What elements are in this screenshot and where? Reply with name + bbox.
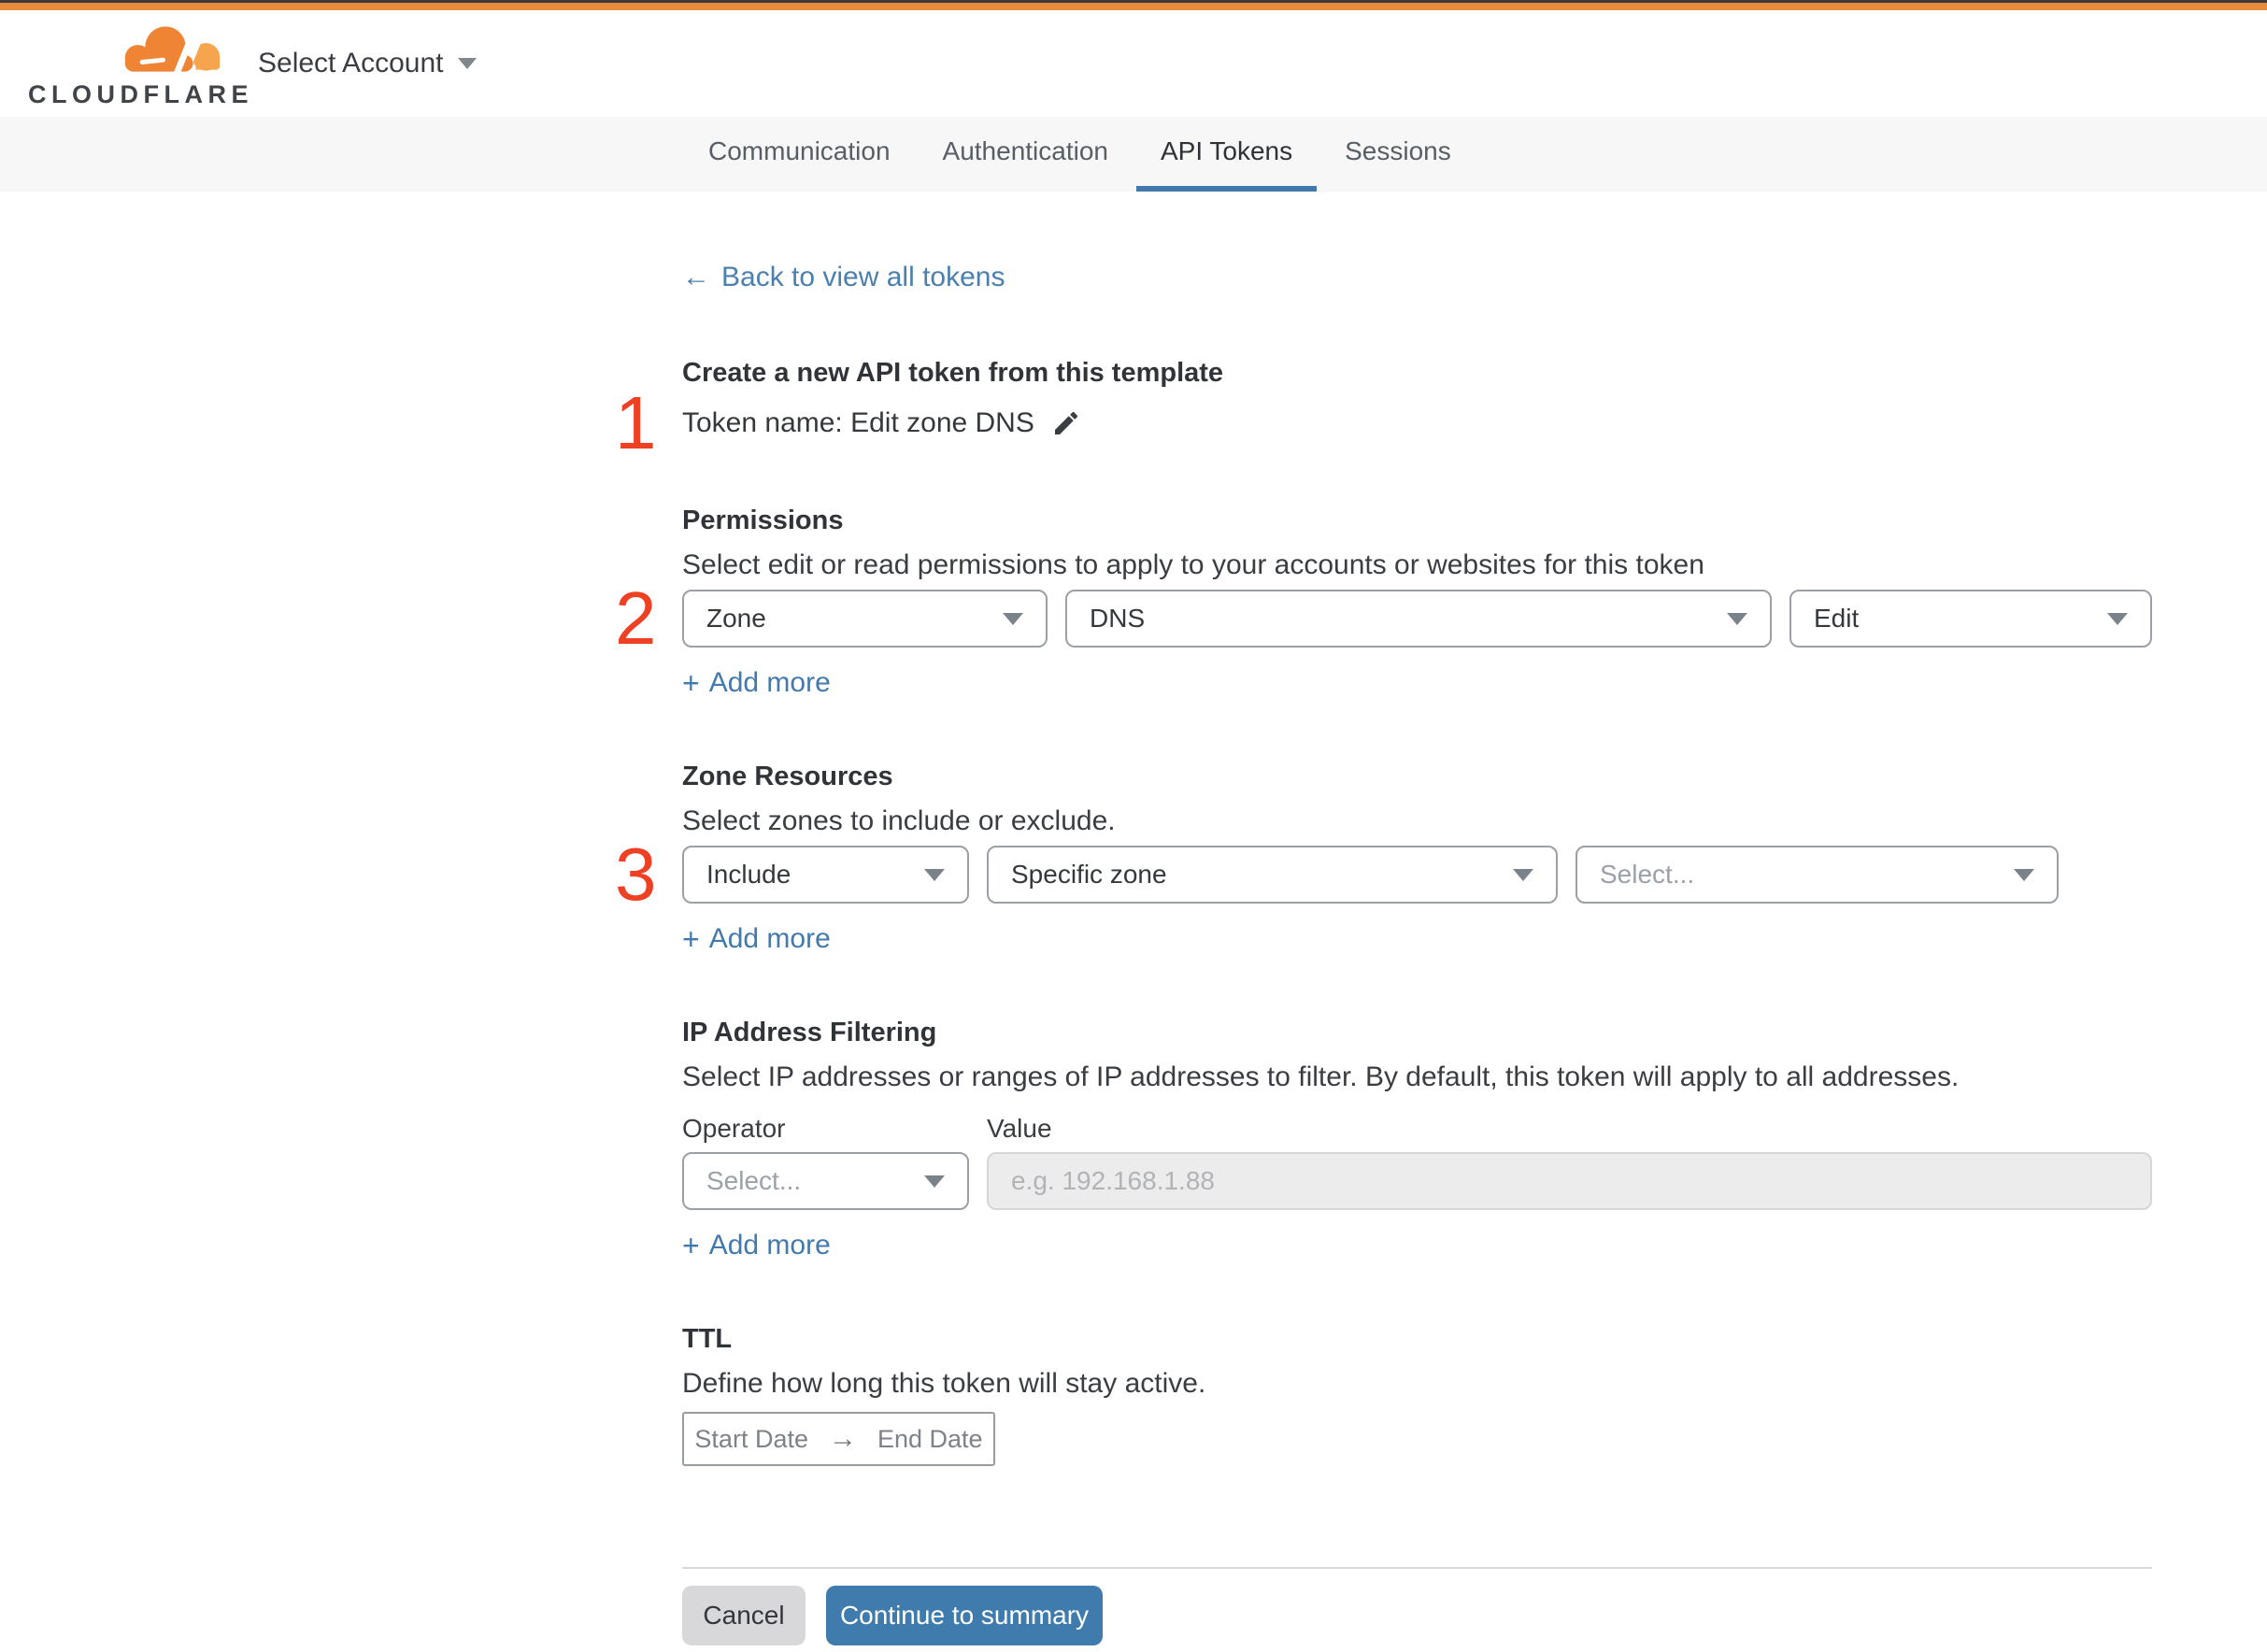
zone-name-select[interactable]: Select... [1575, 846, 2059, 904]
chevron-down-icon [1727, 612, 1747, 625]
ip-filtering-title: IP Address Filtering [682, 1018, 937, 1047]
start-date-label: Start Date [694, 1424, 808, 1453]
zone-resources-add-more-link[interactable]: + Add more [682, 922, 831, 956]
permission-access-select[interactable]: Edit [1789, 590, 2152, 648]
back-arrow-icon: ← [682, 262, 710, 292]
page-title: Create a new API token from this templat… [682, 358, 1224, 388]
back-to-tokens-link[interactable]: ← Back to view all tokens [682, 261, 1005, 294]
plus-icon: + [682, 922, 700, 956]
permissions-title: Permissions [682, 506, 844, 535]
chevron-down-icon [924, 1175, 945, 1188]
plus-icon: + [682, 666, 700, 700]
account-selector[interactable]: Select Account [258, 10, 478, 117]
step-annotation-3: 3 [615, 833, 657, 916]
tab-authentication[interactable]: Authentication [919, 117, 1133, 192]
back-link-label: Back to view all tokens [721, 262, 1005, 292]
zone-operator-select[interactable]: Include [682, 846, 969, 904]
chevron-down-icon [924, 868, 945, 881]
app-header: CLOUDFLARE Select Account [0, 10, 2267, 117]
arrow-right-icon: → [828, 1423, 857, 1454]
value-label: Value [987, 1114, 1052, 1143]
step-annotation-1: 1 [615, 381, 657, 464]
continue-to-summary-button[interactable]: Continue to summary [826, 1586, 1103, 1645]
token-name-line: 1 Token name: Edit zone DNS [615, 386, 2152, 461]
permission-scope-select[interactable]: Zone [682, 590, 1048, 648]
main-content: ← Back to view all tokens Create a new A… [0, 192, 2152, 1645]
zone-type-select[interactable]: Specific zone [987, 846, 1558, 904]
zone-resources-row: 3 Include Specific zone Select... [615, 837, 2152, 912]
ip-filtering-labels: Operator Value [682, 1113, 2152, 1145]
chevron-down-icon [2107, 612, 2128, 625]
ip-filtering-row: Select... [682, 1152, 2152, 1210]
cloudflare-cloud-icon [124, 26, 221, 79]
zone-resources-description: Select zones to include or exclude. [682, 805, 1116, 836]
tab-api-tokens[interactable]: API Tokens [1136, 117, 1318, 192]
ttl-description: Define how long this token will stay act… [682, 1368, 1206, 1399]
ip-operator-select[interactable]: Select... [682, 1152, 969, 1210]
profile-tabbar: Communication Authentication API Tokens … [0, 117, 2267, 192]
brand-top-bar [0, 3, 2267, 10]
permission-resource-select[interactable]: DNS [1065, 590, 1772, 648]
permissions-description: Select edit or read permissions to apply… [682, 549, 1704, 580]
ip-value-input[interactable] [987, 1152, 2152, 1210]
permissions-row: 2 Zone DNS Edit [615, 581, 2152, 656]
cancel-button[interactable]: Cancel [682, 1586, 806, 1645]
account-selector-label: Select Account [258, 48, 444, 78]
ttl-title: TTL [682, 1324, 733, 1354]
footer-divider [682, 1567, 2152, 1569]
zone-resources-title: Zone Resources [682, 762, 893, 791]
brand-wordmark: CLOUDFLARE [28, 80, 253, 108]
step-annotation-2: 2 [615, 577, 657, 660]
chevron-down-icon [2014, 868, 2034, 881]
plus-icon: + [682, 1229, 700, 1262]
ip-filtering-description: Select IP addresses or ranges of IP addr… [682, 1061, 1960, 1092]
ip-filtering-add-more-link[interactable]: + Add more [682, 1229, 831, 1262]
cloudflare-logo[interactable]: CLOUDFLARE [28, 21, 253, 109]
chevron-down-icon [458, 58, 478, 69]
tab-sessions[interactable]: Sessions [1320, 117, 1476, 192]
ttl-date-range-picker[interactable]: Start Date → End Date [682, 1412, 995, 1466]
edit-pencil-icon[interactable] [1051, 408, 1081, 438]
permissions-add-more-link[interactable]: + Add more [682, 666, 831, 700]
chevron-down-icon [1513, 868, 1533, 881]
tab-communication[interactable]: Communication [684, 117, 915, 192]
operator-label: Operator [682, 1114, 786, 1143]
token-name-text: Token name: Edit zone DNS [682, 407, 1034, 438]
footer-actions: Cancel Continue to summary [682, 1586, 2152, 1645]
end-date-label: End Date [877, 1424, 983, 1453]
chevron-down-icon [1003, 612, 1023, 625]
